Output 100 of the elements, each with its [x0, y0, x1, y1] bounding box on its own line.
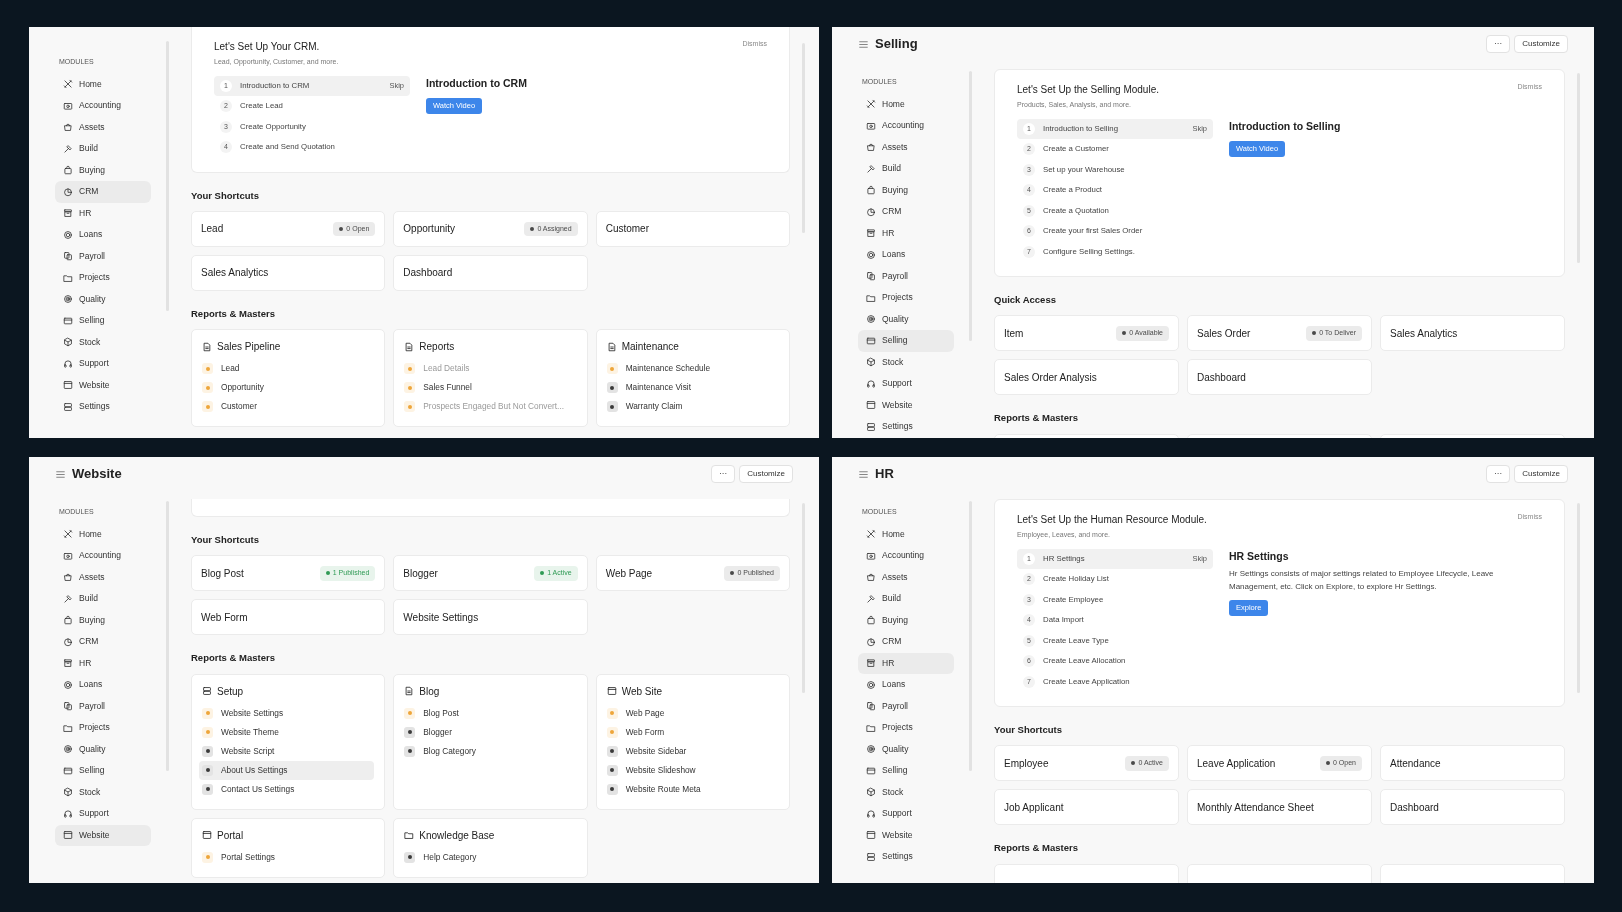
shortcut-card[interactable]: Customer [595, 210, 790, 247]
sidebar-item[interactable]: Home [55, 73, 151, 95]
sidebar-item[interactable]: Loans [858, 244, 954, 266]
report-link[interactable]: About Us Settings [199, 760, 375, 780]
sidebar-item[interactable]: Accounting [858, 545, 954, 567]
sidebar-item[interactable]: Quality [55, 288, 151, 310]
sidebar-item[interactable]: Loans [858, 674, 954, 696]
report-link[interactable]: Blogger [401, 722, 577, 742]
sidebar-item[interactable]: Selling [858, 760, 954, 782]
report-link[interactable]: Web Page [603, 703, 779, 723]
sidebar-item[interactable]: Buying [55, 609, 151, 631]
sidebar-item[interactable]: Stock [55, 331, 151, 353]
customize-button[interactable]: Customize [1514, 35, 1568, 53]
sidebar-item[interactable]: Assets [858, 136, 954, 158]
sidebar-item[interactable]: Support [55, 353, 151, 375]
sidebar-item[interactable]: Quality [55, 738, 151, 760]
report-link[interactable]: Contact Us Settings [199, 779, 375, 799]
sidebar-item[interactable]: Stock [858, 781, 954, 803]
customize-button[interactable]: Customize [739, 465, 793, 483]
sidebar-item[interactable]: Build [55, 138, 151, 160]
sidebar-item[interactable]: CRM [858, 201, 954, 223]
sidebar-item[interactable]: HR [55, 202, 151, 224]
shortcut-card[interactable]: Web Form [191, 599, 386, 636]
shortcut-card[interactable]: Dashboard [1187, 359, 1372, 396]
sidebar-item[interactable]: Assets [55, 116, 151, 138]
sidebar-item[interactable]: Projects [858, 717, 954, 739]
sidebar-item[interactable]: Home [858, 93, 954, 115]
shortcut-card[interactable]: Job Applicant [994, 789, 1179, 826]
sidebar-item[interactable]: Stock [858, 351, 954, 373]
sidebar-item[interactable]: Quality [858, 738, 954, 760]
shortcut-card[interactable]: Dashboard [1380, 789, 1565, 826]
sidebar-item[interactable]: Projects [55, 717, 151, 739]
report-link[interactable]: Opportunity [199, 378, 375, 397]
report-link[interactable]: Sales Funnel [401, 378, 577, 397]
shortcut-card[interactable]: Sales Analytics [1380, 315, 1565, 352]
report-link[interactable]: Website Settings [199, 703, 375, 723]
report-link[interactable]: Portal Settings [199, 847, 375, 867]
sidebar-item[interactable]: Home [858, 523, 954, 545]
sidebar-item[interactable]: Build [55, 588, 151, 610]
sidebar-item[interactable]: CRM [55, 181, 151, 203]
report-link[interactable]: Website Script [199, 741, 375, 761]
more-button[interactable]: ··· [1486, 35, 1511, 53]
shortcut-card[interactable]: Sales Analytics [191, 254, 386, 291]
sidebar-item[interactable]: Accounting [858, 115, 954, 137]
sidebar-item[interactable]: Buying [858, 179, 954, 201]
sidebar-item[interactable]: Selling [55, 760, 151, 782]
shortcut-card[interactable]: Sales Order Analysis [994, 359, 1179, 396]
sidebar-item[interactable]: Website [55, 824, 151, 846]
shortcut-card[interactable]: Website Settings [393, 599, 588, 636]
sidebar-item[interactable]: Projects [55, 267, 151, 289]
sidebar-item[interactable]: Home [55, 523, 151, 545]
sidebar-item[interactable]: Stock [55, 781, 151, 803]
sidebar-item[interactable]: Payroll [858, 695, 954, 717]
report-link[interactable]: Warranty Claim [603, 397, 779, 416]
report-link[interactable]: Blog Category [401, 741, 577, 761]
report-link[interactable]: Maintenance Visit [603, 378, 779, 397]
sidebar-item[interactable]: Settings [55, 396, 151, 418]
shortcut-card[interactable]: Attendance [1380, 745, 1565, 782]
sidebar-item[interactable]: Settings [858, 846, 954, 868]
sidebar-item[interactable]: Loans [55, 674, 151, 696]
report-link[interactable]: Website Sidebar [603, 741, 779, 761]
sidebar-item[interactable]: Accounting [55, 95, 151, 117]
sidebar-item[interactable]: Selling [55, 310, 151, 332]
shortcut-card[interactable]: Monthly Attendance Sheet [1187, 789, 1372, 826]
sidebar-item[interactable]: Website [858, 824, 954, 846]
sidebar-item[interactable]: Support [858, 803, 954, 825]
customize-button[interactable]: Customize [1514, 465, 1568, 483]
sidebar-item[interactable]: Settings [858, 416, 954, 438]
report-link[interactable]: Customer [199, 397, 375, 416]
sidebar-item[interactable]: Payroll [858, 265, 954, 287]
sidebar-item[interactable]: Support [55, 803, 151, 825]
sidebar-item[interactable]: Build [858, 588, 954, 610]
sidebar-item[interactable]: Quality [858, 308, 954, 330]
report-link[interactable]: Website Slideshow [603, 760, 779, 780]
sidebar-item[interactable]: HR [858, 222, 954, 244]
sidebar-item[interactable]: Build [858, 158, 954, 180]
more-button[interactable]: ··· [711, 465, 736, 483]
sidebar-item[interactable]: Website [858, 394, 954, 416]
report-link[interactable]: Maintenance Schedule [603, 359, 779, 378]
shortcut-card[interactable]: Dashboard [393, 254, 588, 291]
sidebar-item[interactable]: Selling [858, 330, 954, 352]
sidebar-item[interactable]: Support [858, 373, 954, 395]
sidebar-item[interactable]: Assets [55, 566, 151, 588]
sidebar-item[interactable]: Buying [55, 159, 151, 181]
report-link[interactable]: Website Theme [199, 722, 375, 742]
report-link[interactable]: Website Route Meta [603, 779, 779, 799]
sidebar-item[interactable]: Website [55, 374, 151, 396]
sidebar-item[interactable]: Accounting [55, 545, 151, 567]
report-link[interactable]: Web Form [603, 722, 779, 742]
sidebar-item[interactable]: Projects [858, 287, 954, 309]
report-link[interactable]: Lead [199, 359, 375, 378]
sidebar-item[interactable]: Assets [858, 566, 954, 588]
sidebar-item[interactable]: Payroll [55, 695, 151, 717]
sidebar-item[interactable]: Loans [55, 224, 151, 246]
sidebar-item[interactable]: CRM [858, 631, 954, 653]
report-link[interactable]: Blog Post [401, 703, 577, 723]
sidebar-item[interactable]: HR [858, 652, 954, 674]
more-button[interactable]: ··· [1486, 465, 1511, 483]
sidebar-item[interactable]: Buying [858, 609, 954, 631]
sidebar-item[interactable]: HR [55, 652, 151, 674]
